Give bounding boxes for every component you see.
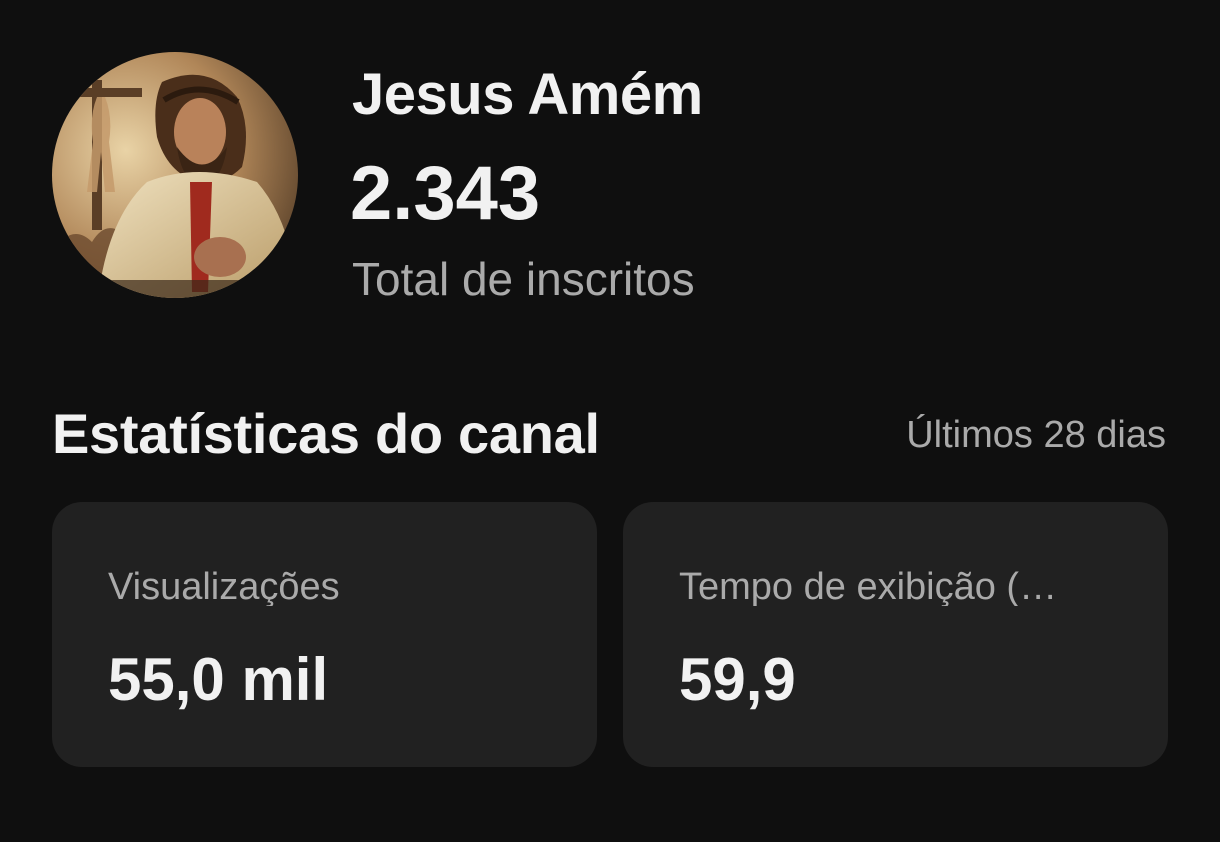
stat-card-views[interactable]: Visualizações 55,0 mil [52,502,597,767]
channel-avatar[interactable] [52,52,298,298]
stat-card-label: Tempo de exibição (… [679,568,1058,606]
subscriber-count: 2.343 [350,151,541,236]
stat-card-watch-time[interactable]: Tempo de exibição (… 59,9 [623,502,1168,767]
channel-avatar-image [52,52,298,298]
stat-card-value: 59,9 [679,646,796,713]
channel-name: Jesus Amém [352,62,703,127]
stat-card-value: 55,0 mil [108,646,329,713]
subscriber-label: Total de inscritos [352,253,695,305]
channel-stats-title: Estatísticas do canal [52,402,600,465]
stats-period-label: Últimos 28 dias [906,414,1166,456]
stat-card-label: Visualizações [108,568,340,606]
